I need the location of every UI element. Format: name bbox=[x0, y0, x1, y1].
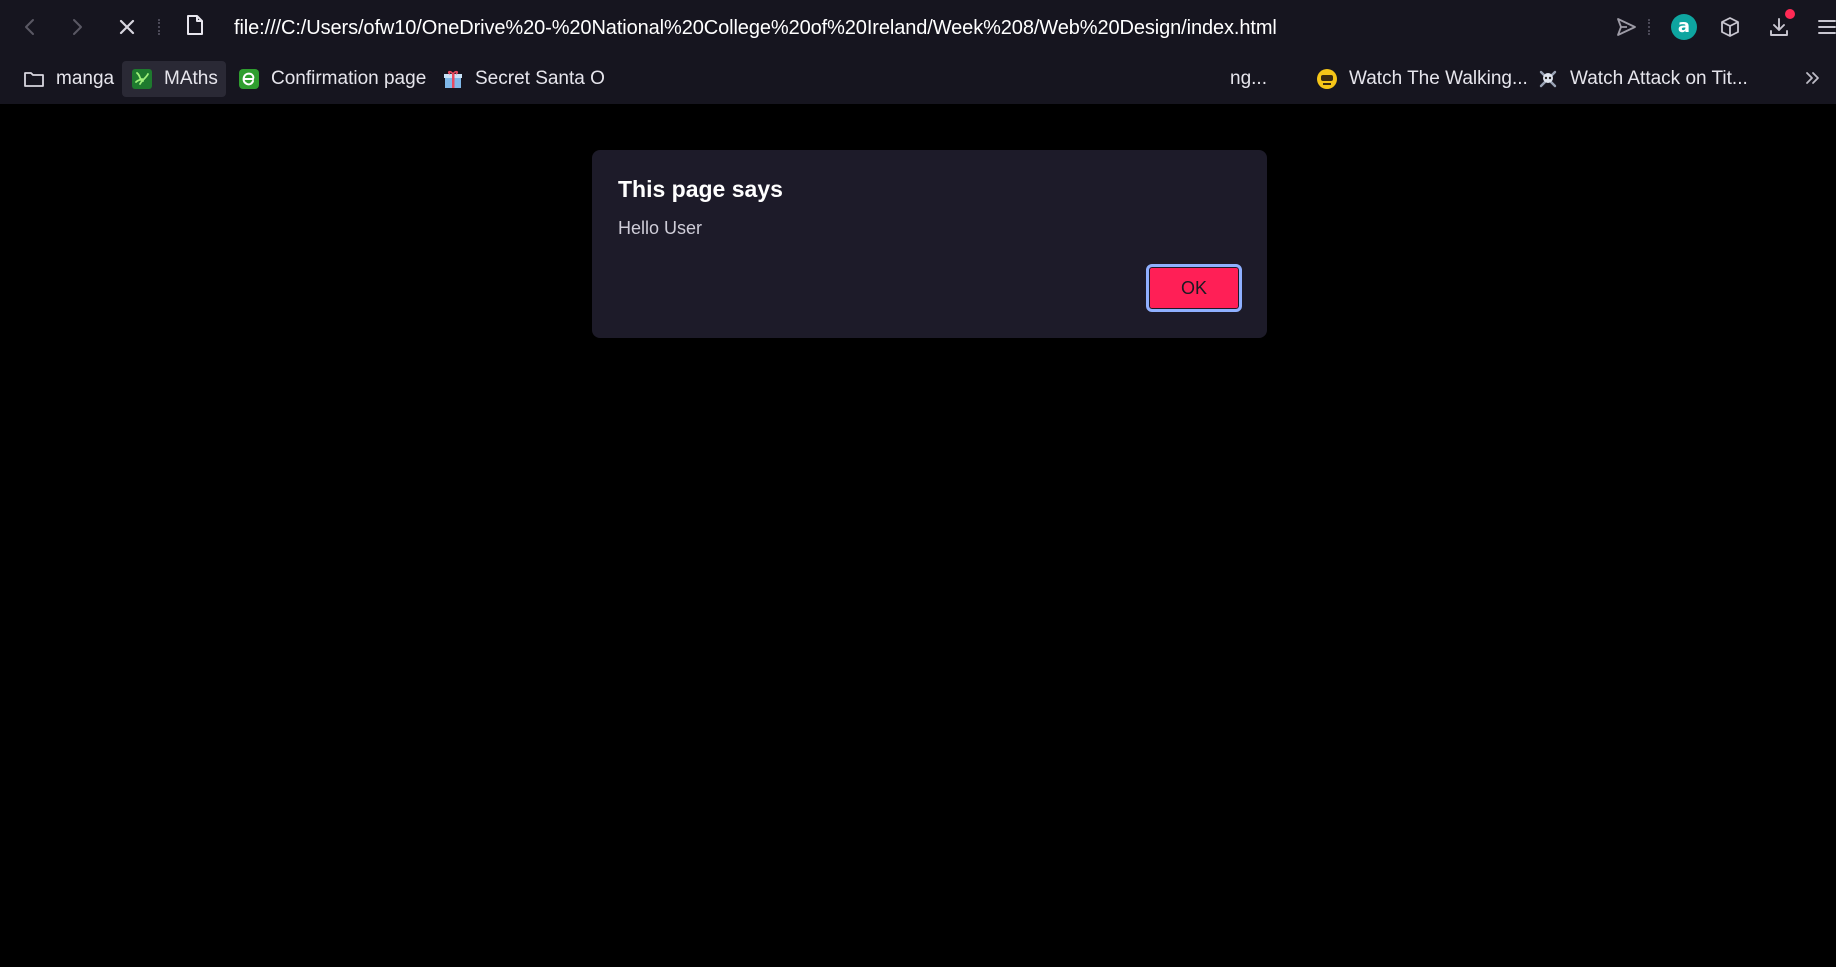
gift-icon bbox=[441, 67, 465, 91]
bookmark-maths[interactable]: MAths bbox=[122, 61, 226, 97]
extensions-button[interactable] bbox=[1716, 13, 1744, 41]
browser-chrome: file:///C:/Users/ofw10/OneDrive%20-%20Na… bbox=[0, 0, 1836, 104]
ok-button[interactable]: OK bbox=[1146, 264, 1242, 312]
bookmark-attack-on-titan[interactable]: Watch Attack on Tit... bbox=[1528, 61, 1756, 97]
green-e-icon bbox=[237, 67, 261, 91]
yellow-face-icon bbox=[1315, 67, 1339, 91]
bookmark-label: Watch The Walking... bbox=[1349, 68, 1528, 89]
bookmark-label: manga bbox=[56, 68, 115, 89]
toolbar-divider bbox=[158, 19, 162, 35]
bookmark-truncated[interactable]: ng... bbox=[1222, 61, 1275, 97]
menu-button[interactable] bbox=[1812, 13, 1836, 41]
back-button[interactable] bbox=[16, 13, 44, 41]
close-icon bbox=[117, 17, 137, 37]
browser-toolbar: file:///C:/Users/ofw10/OneDrive%20-%20Na… bbox=[0, 0, 1836, 54]
bookmarks-overflow-button[interactable] bbox=[1800, 68, 1824, 92]
cube-icon bbox=[1719, 16, 1741, 38]
stop-loading-button[interactable] bbox=[113, 13, 141, 41]
double-chevron-right-icon bbox=[1803, 69, 1821, 92]
bookmark-label: ng... bbox=[1230, 68, 1267, 89]
send-icon bbox=[1615, 16, 1637, 38]
folder-icon bbox=[22, 67, 46, 91]
download-icon bbox=[1768, 16, 1790, 38]
bookmark-label: Watch Attack on Tit... bbox=[1570, 68, 1748, 89]
send-button[interactable] bbox=[1612, 13, 1640, 41]
bookmarks-bar: manga MAths Confirmation page Secret San… bbox=[0, 54, 1836, 104]
alert-dialog: This page says Hello User OK bbox=[592, 150, 1267, 338]
bookmark-confirmation-page[interactable]: Confirmation page bbox=[229, 61, 434, 97]
skull-icon bbox=[1536, 67, 1560, 91]
dialog-title: This page says bbox=[618, 176, 783, 202]
document-icon bbox=[186, 14, 204, 41]
download-notification-badge bbox=[1785, 9, 1795, 19]
arrow-left-icon bbox=[20, 17, 40, 37]
bookmark-label: MAths bbox=[164, 68, 218, 89]
bookmark-walking-dead[interactable]: Watch The Walking... bbox=[1307, 61, 1536, 97]
arrow-right-icon bbox=[67, 17, 87, 37]
bookmark-secret-santa[interactable]: Secret Santa O bbox=[433, 61, 613, 97]
page-info-button[interactable] bbox=[183, 14, 207, 41]
address-bar-url[interactable]: file:///C:/Users/ofw10/OneDrive%20-%20Na… bbox=[234, 15, 1277, 41]
bookmark-manga[interactable]: manga bbox=[14, 61, 122, 97]
bookmark-label: Confirmation page bbox=[271, 68, 427, 89]
toolbar-divider-right bbox=[1648, 19, 1652, 35]
page-content: This page says Hello User OK bbox=[0, 104, 1836, 967]
extension-a-icon[interactable]: a bbox=[1671, 14, 1697, 40]
dialog-message: Hello User bbox=[618, 218, 703, 238]
bookmark-label: Secret Santa O bbox=[475, 68, 605, 89]
hamburger-menu-icon bbox=[1815, 16, 1836, 38]
maths-site-icon bbox=[130, 67, 154, 91]
forward-button[interactable] bbox=[63, 13, 91, 41]
